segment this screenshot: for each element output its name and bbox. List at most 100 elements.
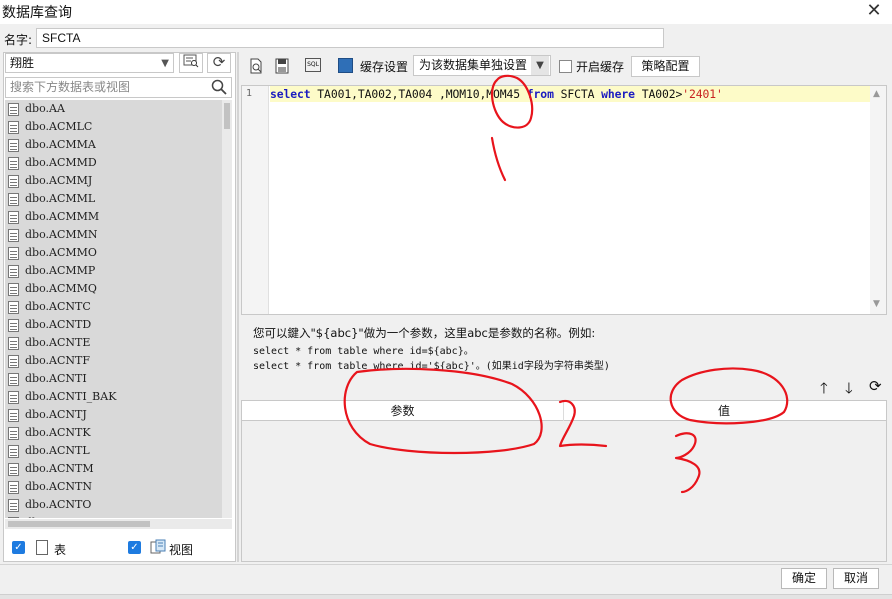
table-list-item[interactable]: dbo.AA bbox=[5, 100, 222, 118]
table-icon bbox=[8, 408, 19, 422]
table-icon bbox=[8, 318, 19, 332]
table-icon bbox=[8, 228, 19, 242]
help-text: 您可以鍵入"${abc}"做为一个参数，这里abc是参数的名称。例如: bbox=[253, 326, 596, 340]
sql-editor[interactable] bbox=[241, 85, 887, 315]
table-list-item[interactable]: dbo.ACMLC bbox=[5, 118, 222, 136]
table-name: dbo.AA bbox=[25, 102, 65, 115]
table-list-item[interactable]: dbo.ACNTP bbox=[5, 514, 222, 518]
sql-token: where bbox=[601, 87, 635, 101]
table-list: dbo.AA dbo.ACMLC dbo.ACMMA dbo.ACMMD dbo.ACM… bbox=[5, 100, 222, 518]
list-hscrollbar-thumb[interactable] bbox=[8, 521, 150, 527]
strategy-config-button[interactable]: 策略配置 bbox=[631, 56, 700, 77]
preview-icon bbox=[183, 54, 199, 68]
column-header-param: 参数 bbox=[390, 404, 415, 418]
table-list-item[interactable]: dbo.ACMMP bbox=[5, 262, 222, 280]
table-name: dbo.ACMMN bbox=[25, 228, 98, 241]
table-list-item[interactable]: dbo.ACNTC bbox=[5, 298, 222, 316]
name-field[interactable]: SFCTA bbox=[36, 28, 664, 48]
table-list-item[interactable]: dbo.ACNTD bbox=[5, 316, 222, 334]
show-views-checkbox[interactable]: ✓ bbox=[128, 541, 141, 554]
table-icon bbox=[8, 354, 19, 368]
table-list-item[interactable]: dbo.ACMMO bbox=[5, 244, 222, 262]
search-icon[interactable] bbox=[211, 79, 227, 95]
table-icon bbox=[8, 264, 19, 278]
table-list-item[interactable]: dbo.ACMMD bbox=[5, 154, 222, 172]
preview-table-button[interactable] bbox=[179, 53, 203, 73]
show-tables-checkbox[interactable]: ✓ bbox=[12, 541, 25, 554]
cancel-button[interactable]: 取消 bbox=[833, 568, 879, 589]
table-icon bbox=[8, 246, 19, 260]
table-list-item[interactable]: dbo.ACNTE bbox=[5, 334, 222, 352]
table-name: dbo.ACNTF bbox=[25, 354, 90, 367]
help-example-1: select * from table where id=${abc}。 bbox=[253, 346, 474, 357]
table-icon bbox=[8, 426, 19, 440]
cache-mode-select[interactable]: 为该数据集单独设置 ▼ bbox=[413, 55, 551, 76]
search-input[interactable]: 搜索下方数据表或视图 bbox=[5, 77, 232, 98]
table-list-item[interactable]: dbo.ACNTK bbox=[5, 424, 222, 442]
scroll-down-icon[interactable]: ▼ bbox=[873, 299, 880, 309]
table-icon bbox=[8, 462, 19, 476]
refresh-icon[interactable]: ⟳ bbox=[207, 53, 231, 73]
chevron-down-icon: ▼ bbox=[161, 58, 169, 69]
table-name: dbo.ACNTL bbox=[25, 444, 90, 457]
table-name: dbo.ACMMJ bbox=[25, 174, 93, 187]
table-list-item[interactable]: dbo.ACNTI bbox=[5, 370, 222, 388]
bottom-edge bbox=[0, 594, 892, 599]
table-icon bbox=[8, 498, 19, 512]
table-name: dbo.ACMMA bbox=[25, 138, 96, 151]
sql-code[interactable]: select TA001,TA002,TA004 ,MOM10,MOM45 fr… bbox=[270, 87, 723, 101]
help-example-2: select * from table where id='${abc}'。(如… bbox=[253, 361, 610, 372]
table-icon bbox=[8, 336, 19, 350]
table-list-item[interactable]: dbo.ACNTO bbox=[5, 496, 222, 514]
table-icon bbox=[8, 300, 19, 314]
table-name: dbo.ACMMD bbox=[25, 156, 97, 169]
datasource-value: 翔胜 bbox=[10, 56, 35, 70]
enable-cache-checkbox[interactable] bbox=[559, 60, 572, 73]
sql-token: SFCTA bbox=[553, 87, 602, 101]
table-list-item[interactable]: dbo.ACNTL bbox=[5, 442, 222, 460]
table-list-item[interactable]: dbo.ACNTF bbox=[5, 352, 222, 370]
editor-scrollbar[interactable] bbox=[870, 86, 886, 314]
view-icon bbox=[150, 539, 166, 554]
table-list-item[interactable]: dbo.ACNTJ bbox=[5, 406, 222, 424]
table-list-item[interactable]: dbo.ACMMA bbox=[5, 136, 222, 154]
table-name: dbo.ACNTI_BAK bbox=[25, 390, 117, 403]
table-list-item[interactable]: dbo.ACNTM bbox=[5, 460, 222, 478]
table-name: dbo.ACMML bbox=[25, 192, 96, 205]
name-label: 名字: bbox=[4, 33, 33, 47]
cache-settings-label[interactable]: 缓存设置 bbox=[360, 58, 408, 75]
cache-settings-icon[interactable] bbox=[338, 58, 353, 73]
table-icon bbox=[8, 390, 19, 404]
sql-token: TA002> bbox=[634, 87, 683, 101]
table-list-item[interactable]: dbo.ACMMJ bbox=[5, 172, 222, 190]
window-title: 数据库查询 bbox=[2, 5, 72, 21]
table-name: dbo.ACNTN bbox=[25, 480, 92, 493]
table-list-item[interactable]: dbo.ACNTI_BAK bbox=[5, 388, 222, 406]
datasource-select[interactable]: 翔胜 ▼ bbox=[5, 53, 174, 73]
table-list-item[interactable]: dbo.ACNTN bbox=[5, 478, 222, 496]
cache-mode-value: 为该数据集单独设置 bbox=[419, 58, 528, 72]
chevron-down-icon: ▼ bbox=[531, 56, 549, 75]
table-list-item[interactable]: dbo.ACMML bbox=[5, 190, 222, 208]
table-name: dbo.ACNTM bbox=[25, 462, 94, 475]
table-icon bbox=[8, 516, 19, 518]
sql-icon[interactable]: SQL bbox=[305, 58, 321, 72]
table-icon bbox=[8, 192, 19, 206]
title-bar bbox=[0, 0, 892, 24]
table-name: dbo.ACMMM bbox=[25, 210, 100, 223]
table-list-item[interactable]: dbo.ACMMN bbox=[5, 226, 222, 244]
close-icon[interactable]: ✕ bbox=[862, 0, 886, 24]
table-name: dbo.ACNTE bbox=[25, 336, 91, 349]
table-list-item[interactable]: dbo.ACMMQ bbox=[5, 280, 222, 298]
splitter[interactable] bbox=[237, 52, 239, 562]
ok-button[interactable]: 确定 bbox=[781, 568, 827, 589]
table-icon bbox=[8, 102, 19, 116]
sql-token: from bbox=[526, 87, 554, 101]
list-scrollbar-thumb[interactable] bbox=[224, 103, 230, 129]
table-list-item[interactable]: dbo.ACMMM bbox=[5, 208, 222, 226]
refresh-params-icon[interactable]: ⟳ bbox=[869, 377, 882, 395]
format-sql-icon[interactable] bbox=[248, 58, 264, 74]
list-scrollbar[interactable] bbox=[222, 100, 232, 518]
scroll-up-icon[interactable]: ▲ bbox=[873, 89, 880, 99]
save-icon[interactable] bbox=[274, 58, 290, 74]
